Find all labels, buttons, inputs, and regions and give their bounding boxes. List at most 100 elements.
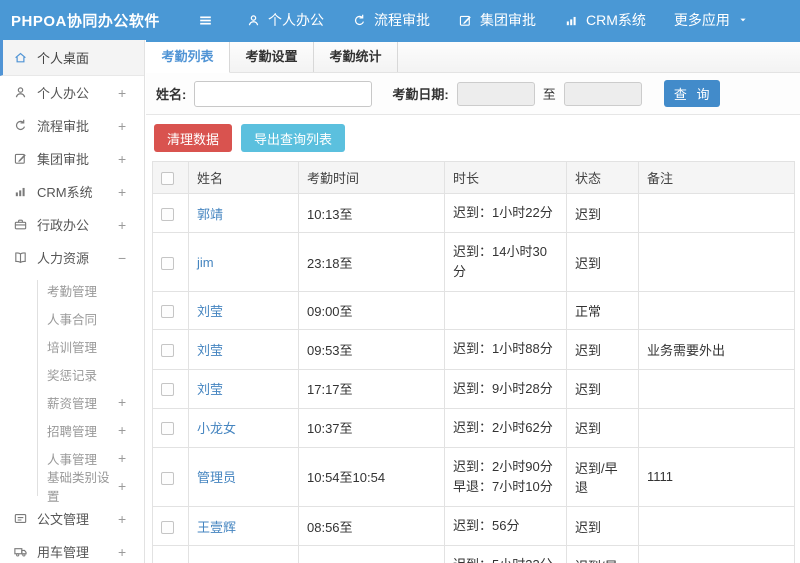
topnav-item-workflow-approval[interactable]: 流程审批 [338,0,444,40]
table-row: 小龙女 10:37至 迟到：2小时62分 迟到 [152,407,795,448]
employee-name-link[interactable]: jim [197,255,214,270]
expand-toggle-icon[interactable]: + [118,511,144,527]
employee-name-link[interactable]: 刘莹 [197,304,223,319]
expand-toggle-icon[interactable]: + [118,184,144,200]
row-checkbox[interactable] [161,471,174,485]
expand-toggle-icon[interactable]: + [118,422,144,438]
sidebar-subitem-basic-category-settings[interactable]: 基础类别设置 + [0,471,144,504]
sidebar-subitem-personnel-contract[interactable]: 人事合同 [0,304,144,332]
employee-name-link[interactable]: 刘莹 [197,343,223,358]
remark-cell [638,291,795,331]
sidebar-subitem-attendance-management[interactable]: 考勤管理 [0,276,144,304]
remark-cell [638,506,795,547]
sidebar-subitem-training-management[interactable]: 培训管理 [0,332,144,360]
user-icon [248,14,259,25]
workflow-icon [13,118,28,133]
table-row: 刘莹 09:00至 正常 [152,291,795,331]
caret-icon [740,18,746,22]
hamburger-menu-icon[interactable] [197,12,214,29]
status-cell: 正常 [566,291,639,331]
attendance-time-cell: 08:56至 [298,506,445,547]
select-all-checkbox[interactable] [161,172,174,186]
sidebar-item-personal-office[interactable]: 个人办公 + [0,76,144,109]
select-all-header [152,161,189,194]
sidebar-subitem-reward-punishment-records[interactable]: 奖惩记录 [0,360,144,388]
document-icon [14,513,27,523]
sidebar-subitem-recruitment-management[interactable]: 招聘管理 + [0,416,144,444]
date-to-input[interactable] [563,81,642,106]
topnav-item-personal-office[interactable]: 个人办公 [232,0,338,40]
export-list-button[interactable]: 导出查询列表 [241,124,346,152]
expand-toggle-icon[interactable]: + [118,478,144,494]
user-icon [13,85,28,100]
row-checkbox[interactable] [161,383,174,397]
tab-attendance-statistics[interactable]: 考勤统计 [314,42,398,72]
sidebar-item-workflow-approval[interactable]: 流程审批 + [0,109,144,142]
sidebar-subitem-salary-management[interactable]: 薪资管理 + [0,388,144,416]
topnav-item-more-apps[interactable]: 更多应用 [660,0,763,40]
row-checkbox[interactable] [161,520,174,534]
briefcase-icon [13,217,28,232]
attendance-time-cell: 23:18至 [298,232,445,293]
sidebar-item-document-management[interactable]: 公文管理 + [0,502,144,535]
sidebar-item-crm-system[interactable]: CRM系统 + [0,175,144,208]
sidebar-item-human-resources[interactable]: 人力资源 − [0,241,144,274]
duration-cell: 迟到：56分 [444,506,567,547]
attendance-time-cell: 10:37至 [298,407,445,448]
row-checkbox[interactable] [161,305,174,319]
expand-toggle-icon[interactable]: + [118,118,144,134]
table-row: jim 23:18至 迟到：14小时30分 迟到 [152,232,795,293]
row-checkbox[interactable] [161,207,174,221]
employee-name-link[interactable]: 刘莹 [197,382,223,397]
name-filter-input[interactable] [194,80,373,107]
status-cell: 迟到 [566,192,639,234]
row-checkbox[interactable] [161,344,174,358]
tab-bar: 考勤列表 考勤设置 考勤统计 [146,42,800,73]
employee-name-link[interactable]: 小龙女 [197,421,236,436]
remark-cell [638,232,795,293]
remark-cell: 1111 [638,446,795,508]
tab-attendance-list[interactable]: 考勤列表 [146,42,230,73]
date-range-to-label: 至 [542,87,556,102]
sidebar-item-group-approval[interactable]: 集团审批 + [0,142,144,175]
expand-toggle-icon[interactable]: + [118,85,144,101]
expand-toggle-icon[interactable]: + [118,394,144,410]
duration-cell [444,291,567,331]
topnav-item-group-approval[interactable]: 集团审批 [444,0,550,40]
row-checkbox[interactable] [161,422,174,436]
edit-icon [459,15,471,26]
status-cell: 迟到 [566,329,639,370]
search-button[interactable]: 查 询 [663,80,720,107]
expand-toggle-icon[interactable]: + [118,217,144,233]
table-header-row: 姓名 考勤时间 时长 状态 备注 [152,161,795,194]
document-icon [13,511,28,526]
app-title: PHPOA协同办公软件 [11,12,160,30]
row-checkbox[interactable] [161,256,174,270]
status-cell: 迟到/早退 [566,545,639,563]
employee-name-link[interactable]: 王壹辉 [197,520,236,535]
book-icon [13,250,28,265]
expand-toggle-icon[interactable]: + [118,151,144,167]
employee-name-link[interactable]: 郭靖 [197,207,223,222]
edit-icon [458,13,473,28]
employee-name-link[interactable]: 管理员 [197,470,236,485]
table-row: 郭靖 10:13至 迟到：1小时22分 迟到 [152,192,795,234]
table-row: 王壹辉 08:56至 迟到：56分 迟到 [152,506,795,547]
sidebar-item-vehicle-management[interactable]: 用车管理 + [0,535,144,563]
expand-toggle-icon[interactable]: + [118,450,144,466]
main-content: 考勤列表 考勤设置 考勤统计 姓名: 考勤日期: 至 查 询 清理数据 导出查询列表… [146,40,800,563]
date-from-input[interactable] [456,81,535,106]
sidebar-item-admin-office[interactable]: 行政办公 + [0,208,144,241]
sidebar-item-personal-desktop[interactable]: 个人桌面 [0,40,144,76]
workflow-icon [352,13,367,28]
tab-attendance-settings[interactable]: 考勤设置 [230,42,314,72]
clear-data-button[interactable]: 清理数据 [154,124,233,152]
attendance-time-cell: 10:13至 [298,192,445,234]
expand-toggle-icon[interactable]: + [118,544,144,560]
table-row: 刘莹 09:53至 迟到：1小时88分 迟到 业务需要外出 [152,329,795,370]
name-filter-label: 姓名: [156,87,187,102]
topnav-item-crm-system[interactable]: CRM系统 [550,0,660,40]
workflow-icon [354,14,365,25]
expand-toggle-icon[interactable]: − [118,250,144,266]
column-header: 考勤时间 [298,161,445,194]
